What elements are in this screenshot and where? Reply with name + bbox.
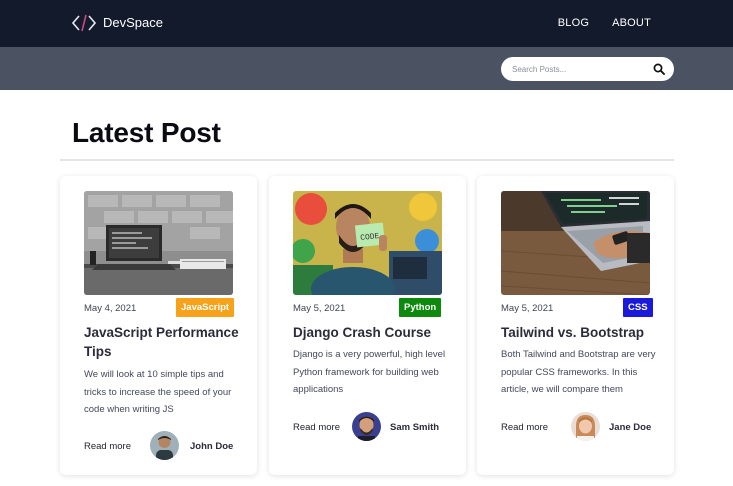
- post-card: May 4, 2021 JavaScript JavaScript Perfor…: [60, 176, 257, 475]
- read-more-link[interactable]: Read more: [293, 422, 340, 433]
- post-date: May 5, 2021: [501, 303, 554, 314]
- author-avatar: [150, 431, 179, 460]
- code-brackets-icon: [72, 14, 96, 32]
- post-card: May 5, 2021 CSS Tailwind vs. Bootstrap B…: [477, 176, 674, 475]
- post-image-code-note[interactable]: CODE: [293, 191, 442, 295]
- search-input[interactable]: [512, 57, 642, 81]
- navbar: DevSpace BLOG ABOUT: [0, 0, 733, 47]
- author-name: Sam Smith: [390, 422, 440, 433]
- read-more-link[interactable]: Read more: [501, 422, 548, 433]
- brand-logo[interactable]: DevSpace: [72, 14, 163, 32]
- page-title: Latest Post: [72, 117, 221, 148]
- read-more-link[interactable]: Read more: [84, 441, 131, 452]
- nav-link-blog[interactable]: BLOG: [558, 17, 589, 29]
- post-card: CODE May 5, 2021 Python Django Crash Cou…: [269, 176, 466, 475]
- author-avatar: [352, 412, 381, 441]
- title-divider: [60, 159, 674, 161]
- post-excerpt: We will look at 10 simple tips and trick…: [84, 369, 232, 415]
- post-title[interactable]: Django Crash Course: [293, 323, 453, 342]
- search-icon[interactable]: [653, 63, 665, 75]
- search-box: [501, 57, 674, 81]
- post-title[interactable]: JavaScript Performance Tips: [84, 323, 244, 361]
- category-badge[interactable]: CSS: [623, 298, 653, 317]
- category-badge[interactable]: Python: [399, 298, 442, 317]
- post-image-laptop-typing[interactable]: [501, 191, 650, 295]
- search-bar-section: [0, 47, 733, 90]
- post-date: May 5, 2021: [293, 303, 346, 314]
- category-badge[interactable]: JavaScript: [176, 298, 235, 317]
- post-title[interactable]: Tailwind vs. Bootstrap: [501, 323, 661, 342]
- author-avatar: [571, 412, 600, 441]
- post-date: May 4, 2021: [84, 303, 137, 314]
- post-excerpt: Django is a very powerful, high level Py…: [293, 349, 446, 395]
- nav-links: BLOG ABOUT: [535, 17, 651, 29]
- post-excerpt: Both Tailwind and Bootstrap are very pop…: [501, 349, 656, 395]
- brand-name: DevSpace: [103, 15, 163, 30]
- author-name: Jane Doe: [609, 422, 652, 433]
- nav-link-about[interactable]: ABOUT: [612, 17, 651, 29]
- post-image-laptop-desk[interactable]: [84, 191, 233, 295]
- author-name: John Doe: [190, 441, 234, 452]
